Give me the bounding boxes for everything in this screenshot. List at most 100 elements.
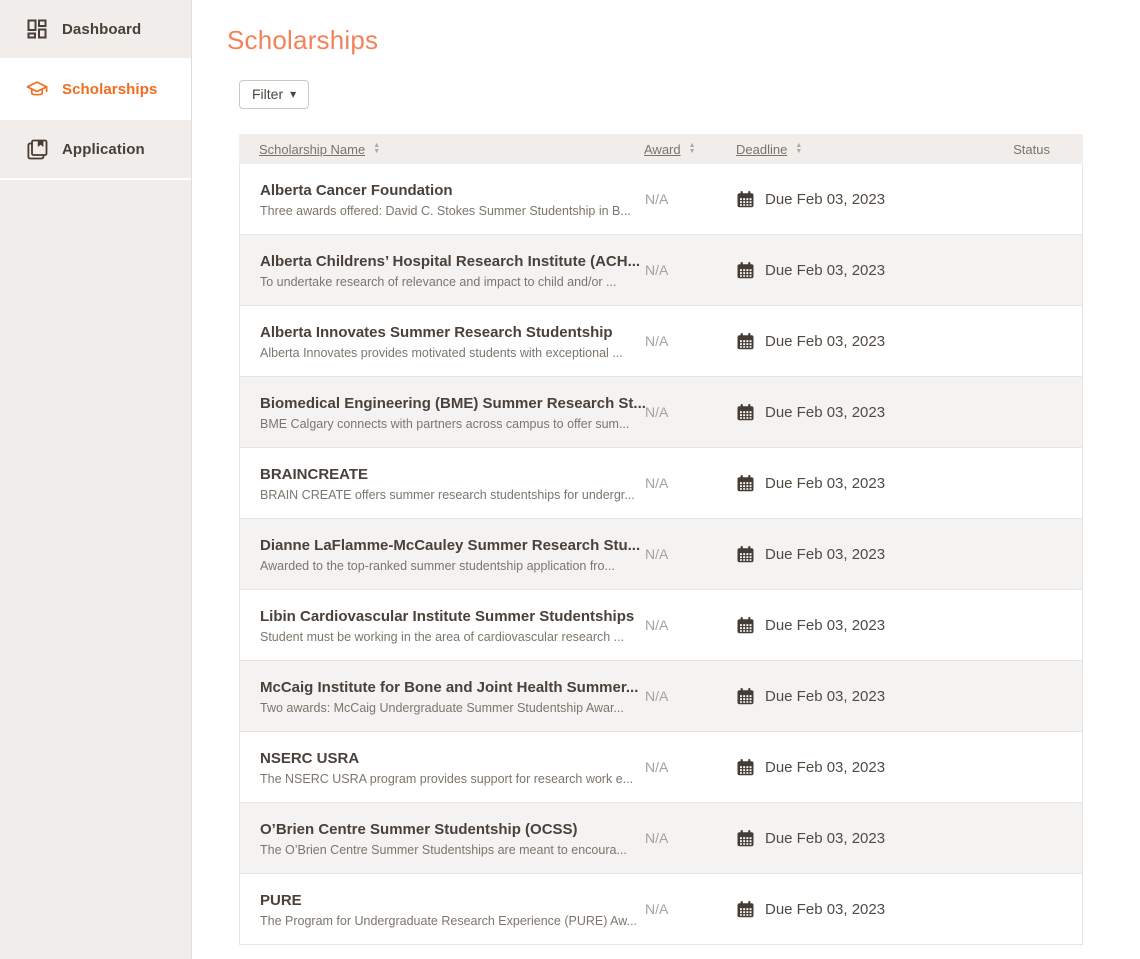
sidebar-item-scholarships[interactable]: Scholarships [0,60,191,120]
dashboard-grid-icon [26,18,48,40]
scholarship-name-cell: Libin Cardiovascular Institute Summer St… [240,606,645,644]
table-row[interactable]: Alberta Innovates Summer Research Studen… [240,305,1082,376]
scholarship-name-cell: BRAINCREATE BRAIN CREATE offers summer r… [240,464,645,502]
calendar-icon [737,546,754,563]
scholarship-name[interactable]: NSERC USRA [260,750,359,767]
table-row[interactable]: BRAINCREATE BRAIN CREATE offers summer r… [240,447,1082,518]
table-body: Alberta Cancer Foundation Three awards o… [239,164,1083,945]
app-root: Dashboard Scholarships Application [0,0,1140,959]
calendar-icon [737,191,754,208]
calendar-icon [737,617,754,634]
scholarship-description: Three awards offered: David C. Stokes Su… [260,204,631,218]
deadline-cell: Due Feb 03, 2023 [737,688,957,705]
scholarship-description: Alberta Innovates provides motivated stu… [260,346,623,360]
sort-arrows-icon[interactable] [373,143,380,155]
sort-arrows-icon[interactable] [795,143,802,155]
scholarships-table: Scholarship Name Award Deadline Status A… [239,134,1083,945]
scholarship-name-cell: Dianne LaFlamme-McCauley Summer Research… [240,535,645,573]
column-header-deadline[interactable]: Deadline [736,142,958,157]
calendar-icon [737,475,754,492]
scholarship-name[interactable]: O’Brien Centre Summer Studentship (OCSS) [260,821,578,838]
column-header-award[interactable]: Award [644,142,736,157]
scholarship-name[interactable]: PURE [260,892,302,909]
scholarship-name-cell: NSERC USRA The NSERC USRA program provid… [240,748,645,786]
main-content: Scholarships Filter Scholarship Name Awa… [192,0,1140,959]
sidebar-item-label: Scholarships [62,81,157,98]
calendar-icon [737,404,754,421]
scholarship-name[interactable]: Alberta Innovates Summer Research Studen… [260,324,613,341]
filter-button-label: Filter [252,86,283,102]
scholarship-description: BRAIN CREATE offers summer research stud… [260,488,635,502]
filter-button[interactable]: Filter [239,80,309,109]
scholarship-name[interactable]: Alberta Cancer Foundation [260,182,453,199]
page-title: Scholarships [227,25,1140,56]
scholarship-description: The NSERC USRA program provides support … [260,772,633,786]
scholarship-description: Two awards: McCaig Undergraduate Summer … [260,701,624,715]
scholarship-name[interactable]: Alberta Childrens’ Hospital Research Ins… [260,253,640,270]
scholarship-description: Awarded to the top-ranked summer student… [260,559,615,573]
award-value: N/A [645,475,737,491]
scholarship-name-cell: Alberta Cancer Foundation Three awards o… [240,180,645,218]
application-book-icon [26,138,48,160]
deadline-cell: Due Feb 03, 2023 [737,830,957,847]
deadline-value: Due Feb 03, 2023 [765,759,885,776]
scholarship-name[interactable]: McCaig Institute for Bone and Joint Heal… [260,679,638,696]
scholarship-name-cell: Alberta Innovates Summer Research Studen… [240,322,645,360]
calendar-icon [737,688,754,705]
deadline-cell: Due Feb 03, 2023 [737,191,957,208]
deadline-value: Due Feb 03, 2023 [765,262,885,279]
sidebar-item-dashboard[interactable]: Dashboard [0,0,191,60]
scholarship-name[interactable]: Libin Cardiovascular Institute Summer St… [260,608,634,625]
table-row[interactable]: Alberta Cancer Foundation Three awards o… [240,164,1082,234]
deadline-value: Due Feb 03, 2023 [765,901,885,918]
scholarship-name-cell: Biomedical Engineering (BME) Summer Rese… [240,393,645,431]
scholarship-name-cell: Alberta Childrens’ Hospital Research Ins… [240,251,645,289]
deadline-cell: Due Feb 03, 2023 [737,404,957,421]
sidebar-item-label: Application [62,141,145,158]
table-row[interactable]: Dianne LaFlamme-McCauley Summer Research… [240,518,1082,589]
award-value: N/A [645,901,737,917]
caret-down-icon [290,86,296,102]
graduation-cap-icon [26,78,48,100]
table-row[interactable]: McCaig Institute for Bone and Joint Heal… [240,660,1082,731]
award-value: N/A [645,830,737,846]
scholarship-name[interactable]: Biomedical Engineering (BME) Summer Rese… [260,395,646,412]
calendar-icon [737,759,754,776]
scholarship-description: The Program for Undergraduate Research E… [260,914,637,928]
sort-arrows-icon[interactable] [689,143,696,155]
table-row[interactable]: O’Brien Centre Summer Studentship (OCSS)… [240,802,1082,873]
award-value: N/A [645,404,737,420]
award-value: N/A [645,333,737,349]
sidebar: Dashboard Scholarships Application [0,0,192,959]
calendar-icon [737,830,754,847]
sidebar-item-label: Dashboard [62,21,141,38]
award-value: N/A [645,759,737,775]
deadline-value: Due Feb 03, 2023 [765,688,885,705]
table-header-row: Scholarship Name Award Deadline Status [239,134,1083,164]
award-value: N/A [645,546,737,562]
table-row[interactable]: NSERC USRA The NSERC USRA program provid… [240,731,1082,802]
sidebar-item-application[interactable]: Application [0,120,191,180]
calendar-icon [737,901,754,918]
scholarship-name[interactable]: Dianne LaFlamme-McCauley Summer Research… [260,537,640,554]
deadline-cell: Due Feb 03, 2023 [737,901,957,918]
table-row[interactable]: Biomedical Engineering (BME) Summer Rese… [240,376,1082,447]
table-row[interactable]: Alberta Childrens’ Hospital Research Ins… [240,234,1082,305]
scholarship-description: To undertake research of relevance and i… [260,275,616,289]
deadline-cell: Due Feb 03, 2023 [737,262,957,279]
table-row[interactable]: Libin Cardiovascular Institute Summer St… [240,589,1082,660]
deadline-cell: Due Feb 03, 2023 [737,617,957,634]
deadline-cell: Due Feb 03, 2023 [737,475,957,492]
award-value: N/A [645,688,737,704]
scholarship-name-cell: McCaig Institute for Bone and Joint Heal… [240,677,645,715]
deadline-cell: Due Feb 03, 2023 [737,546,957,563]
scholarship-name-cell: PURE The Program for Undergraduate Resea… [240,890,645,928]
deadline-value: Due Feb 03, 2023 [765,830,885,847]
table-row[interactable]: PURE The Program for Undergraduate Resea… [240,873,1082,944]
calendar-icon [737,262,754,279]
deadline-value: Due Feb 03, 2023 [765,333,885,350]
deadline-value: Due Feb 03, 2023 [765,546,885,563]
column-header-scholarship-name[interactable]: Scholarship Name [239,142,644,157]
scholarship-name[interactable]: BRAINCREATE [260,466,368,483]
deadline-value: Due Feb 03, 2023 [765,404,885,421]
